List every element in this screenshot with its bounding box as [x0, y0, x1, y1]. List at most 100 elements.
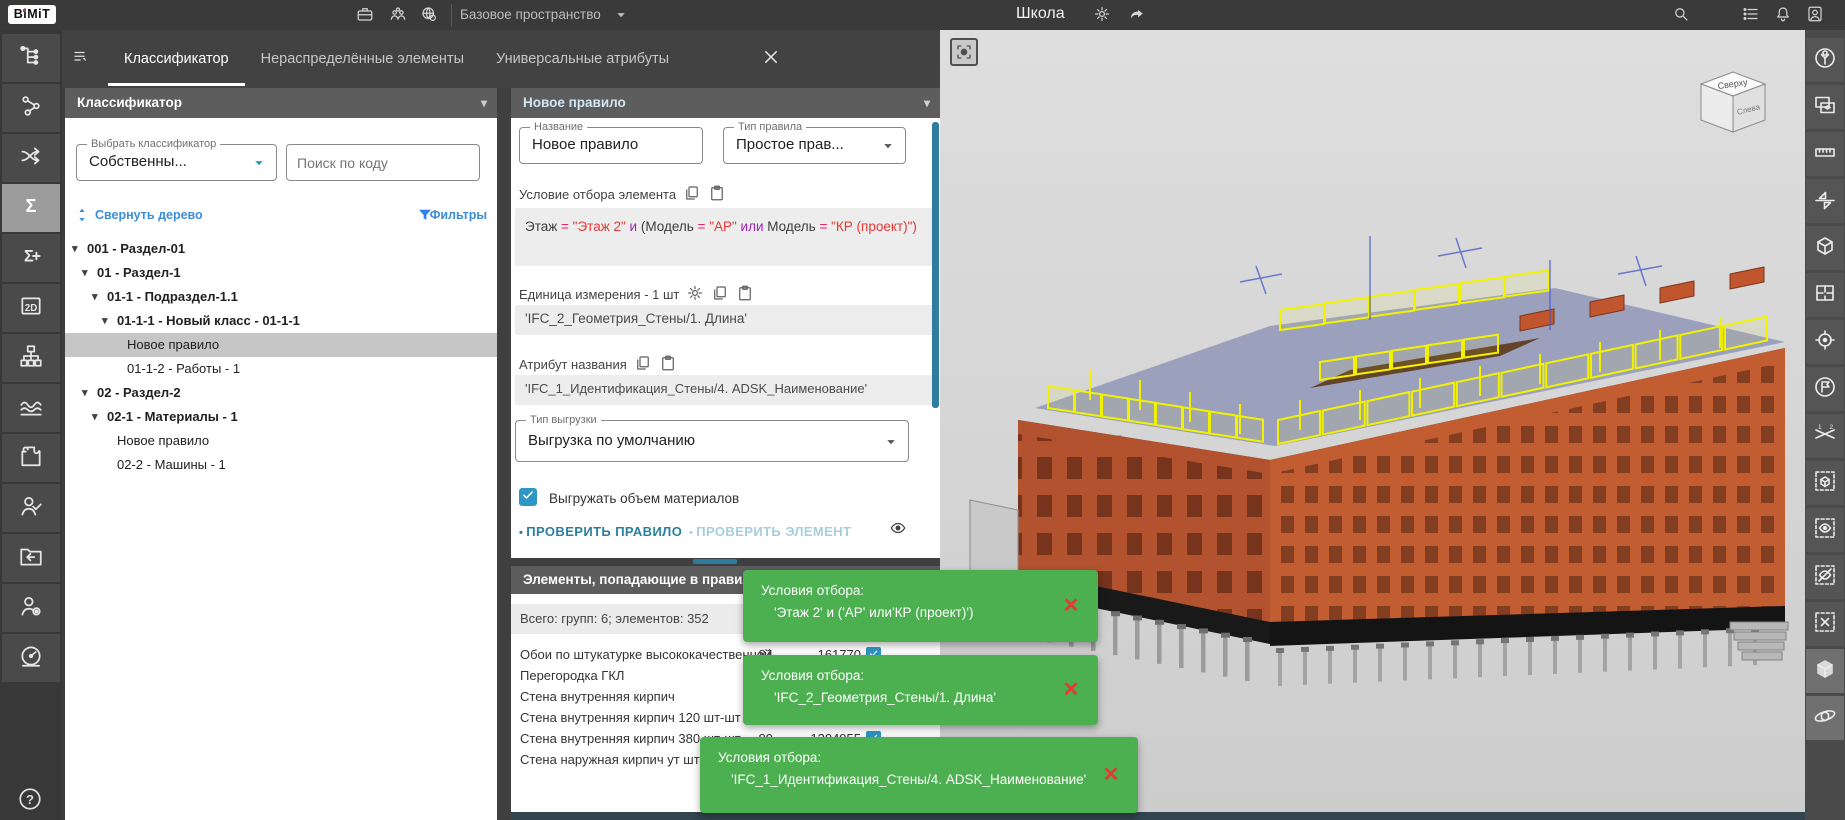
tree-item[interactable]: Новое правило — [65, 429, 497, 453]
view-tool-show-box[interactable] — [1806, 508, 1844, 552]
chevron-down-icon[interactable] — [882, 433, 900, 451]
tool-chart[interactable] — [2, 384, 60, 432]
gear-icon[interactable] — [686, 284, 704, 305]
tree-item[interactable]: Новое правило — [65, 333, 497, 357]
globe-clock-icon[interactable] — [420, 5, 440, 25]
view-tool-hide-box[interactable] — [1806, 555, 1844, 599]
tree-caret-icon[interactable]: ▾ — [92, 405, 98, 429]
tree-item[interactable]: 02-2 - Машины - 1 — [65, 453, 497, 477]
chevron-down-icon[interactable]: ▾ — [481, 88, 487, 118]
tree-caret-icon[interactable]: ▾ — [102, 309, 108, 333]
tool-classifier-tree[interactable] — [2, 34, 60, 82]
tab-0[interactable]: Классификатор — [108, 33, 245, 86]
tree-item[interactable]: ▾01 - Раздел-1 — [65, 261, 497, 285]
tree-item[interactable]: ▾01-1 - Подраздел-1.1 — [65, 285, 497, 309]
tool-two-d[interactable]: 2D — [2, 284, 60, 332]
help-icon[interactable]: ? — [17, 786, 45, 814]
tree-item[interactable]: ▾01-1-1 - Новый класс - 01-1-1 — [65, 309, 497, 333]
view-tool-tree-view[interactable] — [1806, 38, 1844, 82]
viewport-capture-icon[interactable] — [950, 38, 978, 66]
gear-icon[interactable] — [1093, 5, 1113, 25]
unit-value-box[interactable]: 'IFC_2_Геометрия_Стены/1. Длина' — [515, 305, 936, 335]
view-tool-axes[interactable]: 12 — [1806, 414, 1844, 458]
condition-box[interactable]: Этаж = "Этаж 2" и (Модель = "АР" или Мод… — [515, 208, 936, 266]
paste-icon[interactable] — [659, 354, 677, 375]
collapse-panel-icon[interactable] — [72, 48, 94, 70]
tool-sum-plus[interactable]: Σ — [2, 234, 60, 282]
tree-item[interactable]: ▾02-1 - Материалы - 1 — [65, 405, 497, 429]
tool-relations[interactable] — [2, 84, 60, 132]
share-icon[interactable] — [1128, 5, 1148, 25]
tool-folder-export[interactable] — [2, 534, 60, 582]
view-tool-isolate-box[interactable] — [1806, 461, 1844, 505]
account-icon[interactable] — [1806, 5, 1826, 25]
view-tool-ruler[interactable] — [1806, 132, 1844, 176]
condition-token: Этаж — [525, 219, 561, 234]
copy-icon[interactable] — [683, 184, 701, 205]
check-element-button[interactable]: ПРОВЕРИТЬ ЭЛЕМЕНТ — [689, 524, 851, 539]
toast-close-icon[interactable]: ✕ — [1100, 764, 1122, 786]
chevron-down-icon[interactable] — [612, 6, 630, 29]
chevron-down-icon[interactable] — [250, 154, 268, 172]
toast-close-icon[interactable]: ✕ — [1060, 679, 1082, 701]
workspace-select[interactable]: Базовое пространство — [460, 7, 601, 22]
resize-handle[interactable] — [693, 559, 737, 564]
export-type-select[interactable]: Тип выгрузки Выгрузка по умолчанию — [515, 420, 909, 462]
classifier-panel-header[interactable]: Классификатор ▾ — [65, 88, 497, 118]
view-tool-screens[interactable] — [1806, 85, 1844, 129]
app-logo[interactable]: BiMiT — [8, 5, 56, 24]
paste-icon[interactable] — [708, 184, 726, 205]
expand-collapse-icon[interactable] — [73, 206, 91, 224]
tool-sum[interactable]: Σ — [2, 184, 60, 232]
view-tool-section-plane[interactable] — [1806, 179, 1844, 223]
view-tool-orbit[interactable] — [1806, 696, 1844, 740]
menu-list-icon[interactable] — [1742, 5, 1762, 25]
view-tool-floorplan[interactable] — [1806, 273, 1844, 317]
view-tool-clear-box[interactable] — [1806, 602, 1844, 646]
check-rule-button[interactable]: ПРОВЕРИТЬ ПРАВИЛО — [519, 524, 682, 539]
tree-item[interactable]: ▾001 - Раздел-01 — [65, 237, 497, 261]
tool-shuffle[interactable] — [2, 134, 60, 182]
code-search-input[interactable] — [286, 144, 480, 181]
briefcase-icon[interactable] — [356, 5, 376, 25]
tab-2[interactable]: Универсальные атрибуты — [480, 33, 685, 86]
attribute-value-box[interactable]: 'IFC_1_Идентификация_Стены/4. ADSK_Наиме… — [515, 375, 936, 405]
view-tool-solid-cube[interactable] — [1806, 649, 1844, 693]
tree-item[interactable]: ▾02 - Раздел-2 — [65, 381, 497, 405]
tree-caret-icon[interactable]: ▾ — [92, 285, 98, 309]
paste-icon[interactable] — [736, 284, 754, 305]
volume-checkbox[interactable] — [519, 488, 537, 506]
rule-name-field[interactable]: Название Новое правило — [519, 127, 703, 164]
tool-puzzle[interactable] — [2, 434, 60, 482]
copy-icon[interactable] — [711, 284, 729, 305]
tab-1[interactable]: Нераспределённые элементы — [245, 33, 480, 86]
classifier-select[interactable]: Выбрать классификатор Собственны... — [76, 144, 277, 181]
search-icon[interactable] — [1672, 5, 1692, 25]
navigation-cube[interactable]: Сверху Слева — [1691, 62, 1775, 138]
team-icon[interactable] — [389, 5, 409, 25]
tree-item[interactable]: 01-1-2 - Работы - 1 — [65, 357, 497, 381]
copy-icon[interactable] — [634, 354, 652, 375]
eye-icon[interactable] — [889, 519, 913, 543]
tool-gauge[interactable] — [2, 634, 60, 682]
notifications-icon[interactable] — [1774, 5, 1794, 25]
form-scrollbar[interactable] — [932, 122, 939, 408]
collapse-tree-link[interactable]: Свернуть дерево — [95, 208, 203, 222]
tool-user-pin[interactable] — [2, 584, 60, 632]
tree-caret-icon[interactable]: ▾ — [82, 381, 88, 405]
tree-caret-icon[interactable]: ▾ — [82, 261, 88, 285]
volume-checkbox-label[interactable]: Выгружать объем материалов — [549, 491, 739, 506]
rule-panel-header[interactable]: Новое правило ▾ — [511, 88, 940, 118]
rule-type-select[interactable]: Тип правила Простое прав... — [723, 127, 906, 164]
tool-orgchart[interactable] — [2, 334, 60, 382]
view-tool-section-box[interactable] — [1806, 226, 1844, 270]
toast-close-icon[interactable]: ✕ — [1060, 595, 1082, 617]
close-icon[interactable] — [762, 48, 784, 70]
tool-user-check[interactable] — [2, 484, 60, 532]
view-tool-locate[interactable] — [1806, 320, 1844, 364]
chevron-down-icon[interactable] — [879, 137, 897, 155]
chevron-down-icon[interactable]: ▾ — [924, 88, 930, 118]
filters-link[interactable]: Фильтры — [430, 208, 487, 222]
tree-caret-icon[interactable]: ▾ — [72, 237, 78, 261]
view-tool-flag[interactable] — [1806, 367, 1844, 411]
